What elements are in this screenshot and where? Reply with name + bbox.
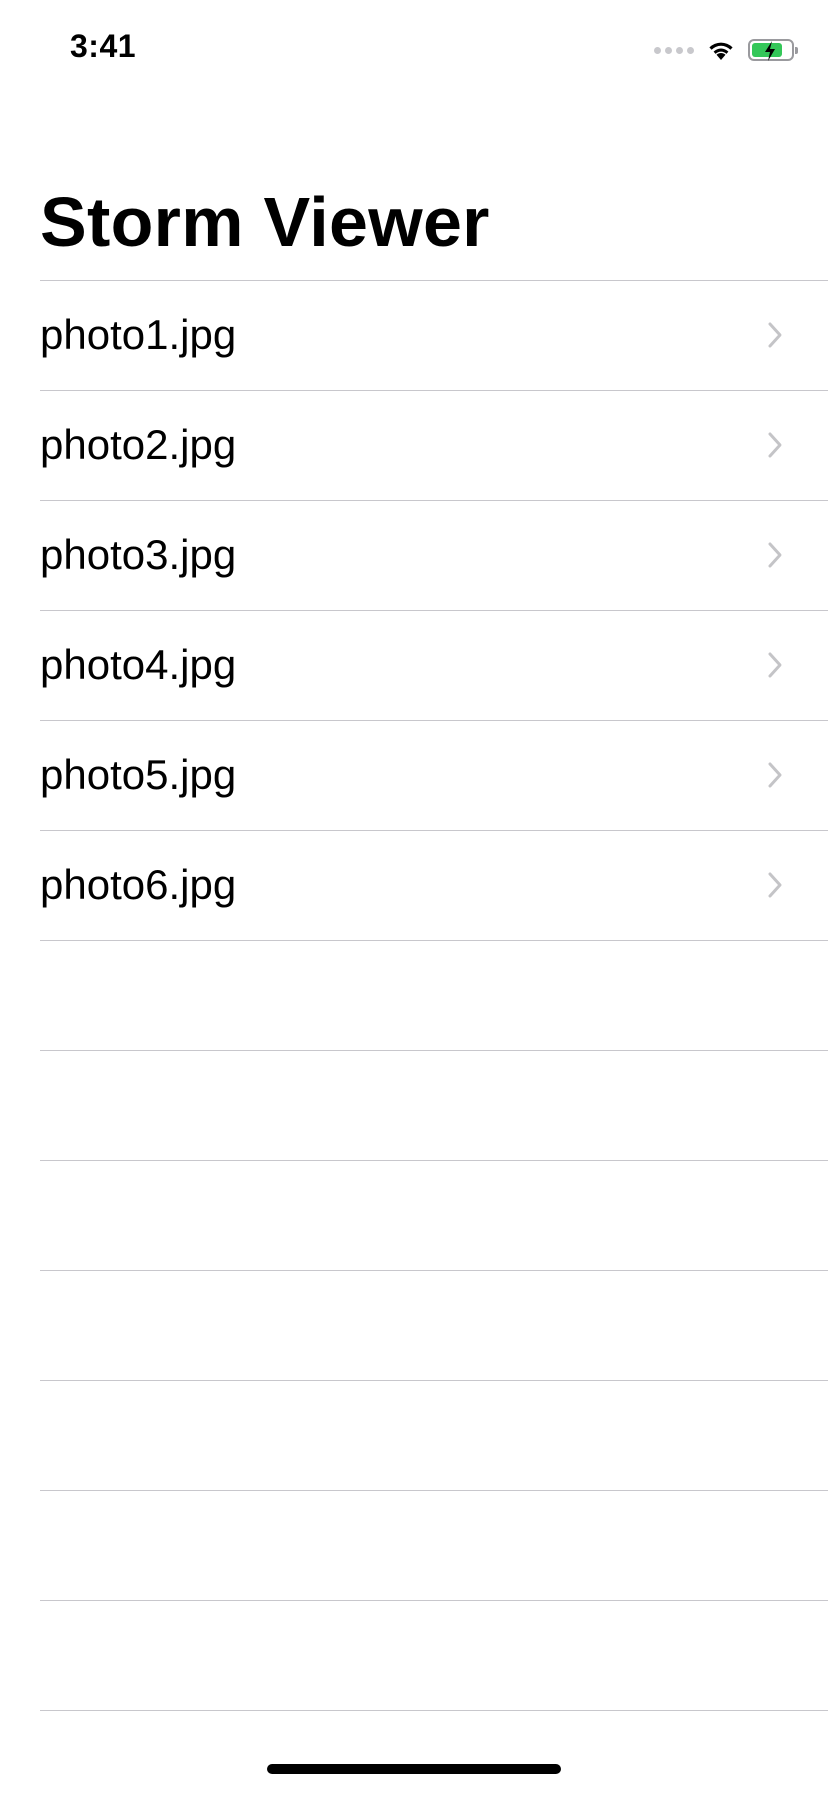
status-bar: 3:41 <box>0 0 828 100</box>
chevron-right-icon <box>768 542 782 568</box>
list-item[interactable]: photo3.jpg <box>0 500 828 610</box>
chevron-right-icon <box>768 762 782 788</box>
empty-row <box>0 1490 828 1600</box>
cellular-signal-icon <box>654 46 694 54</box>
charging-bolt-icon <box>765 41 775 61</box>
list-item-label: photo3.jpg <box>40 531 237 578</box>
chevron-right-icon <box>768 432 782 458</box>
list-item[interactable]: photo5.jpg <box>0 720 828 830</box>
empty-row <box>0 1600 828 1710</box>
empty-row <box>0 1050 828 1160</box>
chevron-right-icon <box>768 652 782 678</box>
list-item-label: photo6.jpg <box>40 861 237 908</box>
empty-row <box>0 1160 828 1270</box>
status-time: 3:41 <box>70 28 137 64</box>
chevron-right-icon <box>768 872 782 898</box>
empty-row <box>0 1380 828 1490</box>
list-item[interactable]: photo6.jpg <box>0 830 828 940</box>
empty-row <box>0 940 828 1050</box>
list-item[interactable]: photo1.jpg <box>0 280 828 390</box>
chevron-right-icon <box>768 322 782 348</box>
list-item[interactable]: photo2.jpg <box>0 390 828 500</box>
status-icons <box>654 34 798 66</box>
list-item-label: photo2.jpg <box>40 421 237 468</box>
list-item-label: photo4.jpg <box>40 641 237 688</box>
home-indicator[interactable] <box>267 1764 561 1774</box>
list-item-label: photo1.jpg <box>40 311 237 358</box>
list-item-label: photo5.jpg <box>40 751 237 798</box>
empty-row <box>0 1270 828 1380</box>
page-title: Storm Viewer <box>40 183 490 261</box>
photo-list: photo1.jpg photo2.jpg photo3.jpg photo4.… <box>0 280 828 1820</box>
battery-charging-icon <box>748 39 798 61</box>
wifi-icon <box>709 42 733 60</box>
list-item[interactable]: photo4.jpg <box>0 610 828 720</box>
